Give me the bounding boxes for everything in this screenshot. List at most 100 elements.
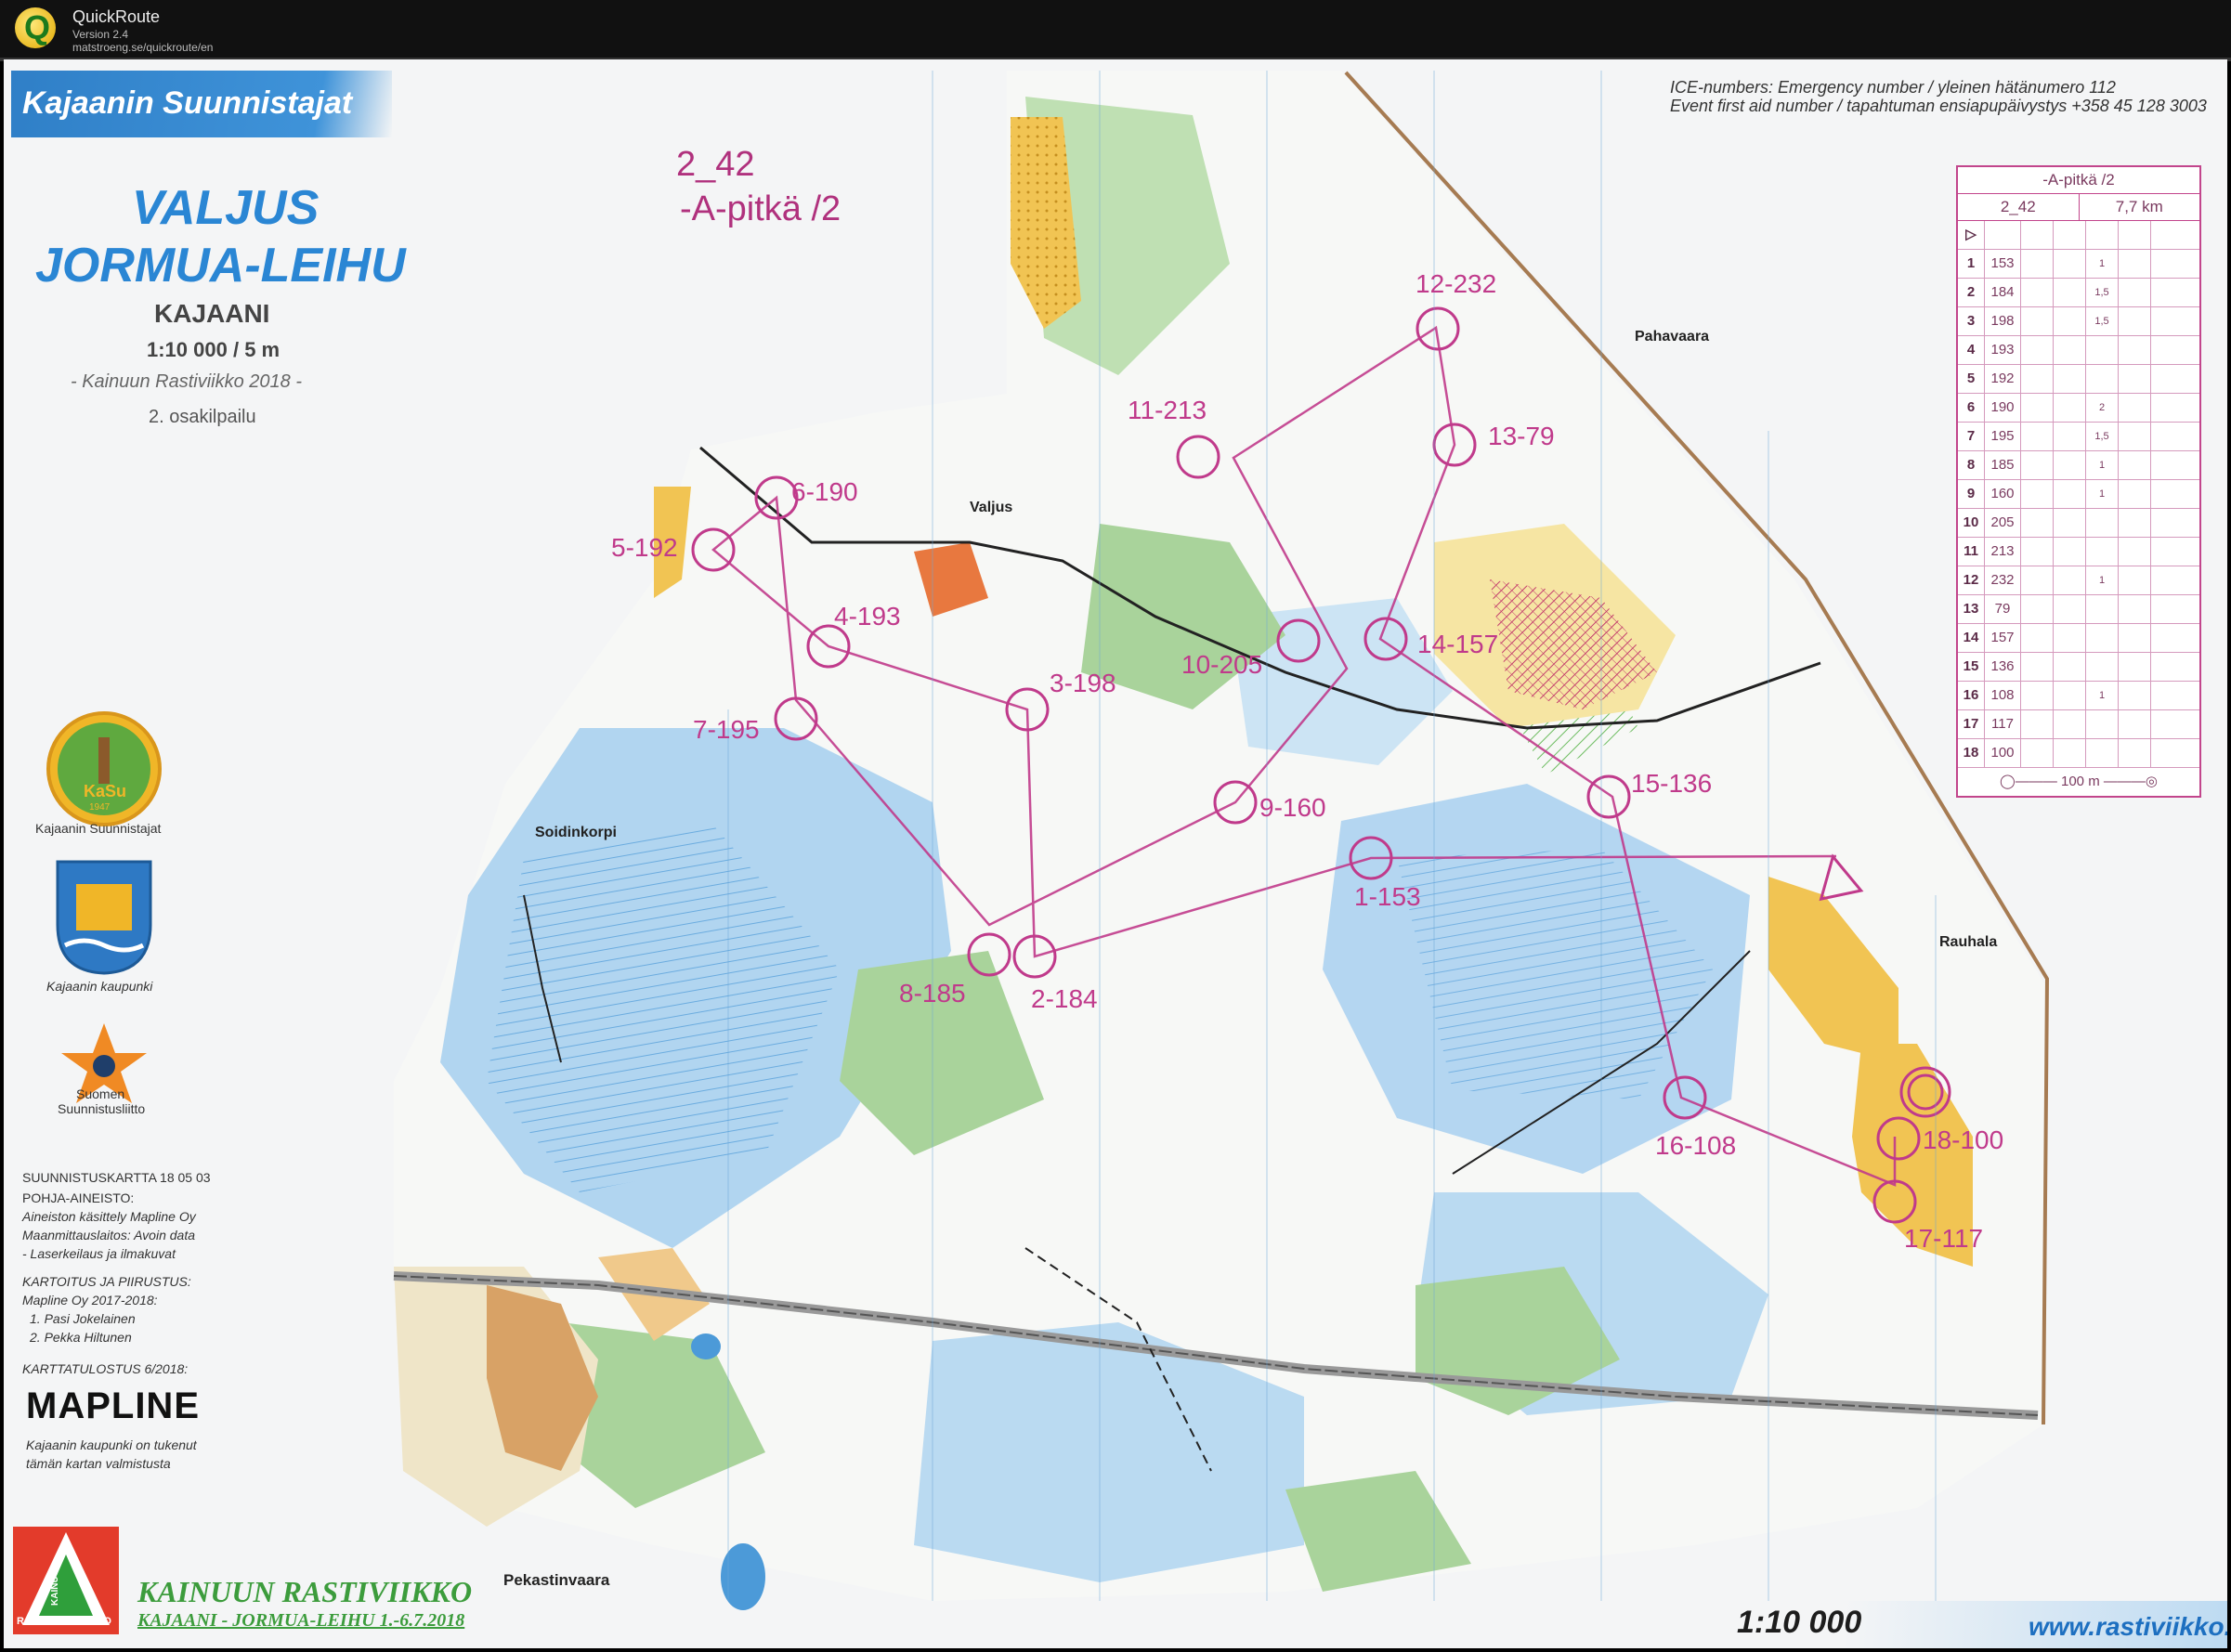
credits-map-id: SUUNNISTUSKARTTA 18 05 03 <box>22 1170 211 1185</box>
credits-survey-3: 2. Pekka Hiltunen <box>30 1330 132 1345</box>
description-row-number: 6 <box>1958 394 1985 422</box>
description-row-feature-icon <box>2054 307 2086 335</box>
description-row-col-f <box>2119 653 2151 681</box>
mapline-logo: MAPLINE <box>26 1385 200 1426</box>
description-row-col-f <box>2119 279 2151 306</box>
description-row-col-f <box>2119 336 2151 364</box>
event-city: KAJAANI <box>154 299 270 328</box>
description-row-size <box>2086 538 2119 566</box>
description-row-feature-icon <box>2054 250 2086 278</box>
description-row-number: 4 <box>1958 336 1985 364</box>
description-row-col-f <box>2119 624 2151 652</box>
description-row-number: 13 <box>1958 595 1985 623</box>
description-row-feature-icon <box>2054 509 2086 537</box>
description-row-col-f <box>2119 423 2151 450</box>
description-rows: 1 153 1 2 184 1,5 3 198 1,5 4 193 5 192 6 190 2 7 195 1,5 8… <box>1958 250 2199 768</box>
ssl-caption-1: Suomen <box>76 1086 125 1101</box>
control-label: 4-193 <box>834 602 901 631</box>
description-row-col-c <box>2021 710 2054 738</box>
description-row-col-g <box>2151 336 2183 364</box>
description-row-code: 232 <box>1985 566 2021 594</box>
footer-scale: 1:10 000 <box>1737 1605 1862 1640</box>
map-canvas[interactable]: Kajaanin Suunnistajat VALJUS JORMUA-LEIH… <box>4 59 2227 1648</box>
description-row-col-g <box>2151 595 2183 623</box>
description-row-col-g <box>2151 423 2183 450</box>
description-row-size <box>2086 653 2119 681</box>
control-label: 16-108 <box>1655 1131 1737 1160</box>
description-row-col-f <box>2119 538 2151 566</box>
description-row-col-c <box>2021 336 2054 364</box>
finish-start-circle-icon: ◯——— <box>2000 774 2057 789</box>
description-row-col-c <box>2021 250 2054 278</box>
description-length: 7,7 km <box>2115 198 2163 215</box>
logo-kainuu: KAINUU <box>49 1569 60 1606</box>
control-label: 7-195 <box>693 715 760 744</box>
description-row-feature-icon <box>2054 624 2086 652</box>
description-row-code: 160 <box>1985 480 2021 508</box>
description-row-col-c <box>2021 566 2054 594</box>
description-row-col-c <box>2021 365 2054 393</box>
description-row-size: 1 <box>2086 566 2119 594</box>
description-row-number: 12 <box>1958 566 1985 594</box>
description-row-code: 185 <box>1985 451 2021 479</box>
description-row-code: 100 <box>1985 739 2021 767</box>
description-row-size: 1 <box>2086 250 2119 278</box>
description-row-col-f <box>2119 365 2151 393</box>
event-title-line1: VALJUS <box>132 181 320 235</box>
description-row-col-c <box>2021 595 2054 623</box>
control-description-sheet: -A-pitkä /2 2_42 7,7 km ▷ 1 153 1 2 184 1,5 3 1… <box>1956 165 2201 798</box>
description-row-col-g <box>2151 365 2183 393</box>
description-row-size: 1 <box>2086 682 2119 709</box>
description-row-number: 8 <box>1958 451 1985 479</box>
description-row: 18 100 <box>1958 739 2199 768</box>
description-row-feature-icon <box>2054 336 2086 364</box>
description-row-col-f <box>2119 566 2151 594</box>
description-row: 4 193 <box>1958 336 2199 365</box>
footer-url: www.rastiviikko.fi <box>2029 1612 2227 1641</box>
description-row-number: 18 <box>1958 739 1985 767</box>
event-title-line2: JORMUA-LEIHU <box>35 239 406 293</box>
description-row-code: 108 <box>1985 682 2021 709</box>
app-version: Version 2.4 <box>72 28 129 41</box>
description-row-col-g <box>2151 624 2183 652</box>
description-row-col-g <box>2151 682 2183 709</box>
course-name: -A-pitkä /2 <box>680 189 842 228</box>
description-row-col-c <box>2021 739 2054 767</box>
description-row-col-g <box>2151 250 2183 278</box>
credits-base-2: Maanmittauslaitos: Avoin data <box>22 1228 195 1242</box>
description-row-col-g <box>2151 394 2183 422</box>
control-label: 15-136 <box>1631 769 1713 798</box>
footer-event-1: KAINUUN RASTIVIIKKO <box>137 1575 473 1608</box>
logo-viikko: VIIKKO <box>76 1616 111 1627</box>
control-label: 2-184 <box>1031 984 1098 1013</box>
description-row-feature-icon <box>2054 538 2086 566</box>
description-row: 7 195 1,5 <box>1958 423 2199 451</box>
event-stage: 2. osakilpailu <box>149 407 256 427</box>
description-row: 5 192 <box>1958 365 2199 394</box>
description-row-size: 2 <box>2086 394 2119 422</box>
description-row-code: 192 <box>1985 365 2021 393</box>
description-row-code: 157 <box>1985 624 2021 652</box>
credits-support-1: Kajaanin kaupunki on tukenut <box>26 1437 197 1452</box>
description-subheader: 2_42 7,7 km <box>1958 194 2199 221</box>
description-row-col-c <box>2021 509 2054 537</box>
description-row-col-c <box>2021 279 2054 306</box>
description-row-feature-icon <box>2054 451 2086 479</box>
description-row-col-g <box>2151 451 2183 479</box>
app-url: matstroeng.se/quickroute/en <box>72 41 214 54</box>
description-row-col-c <box>2021 538 2054 566</box>
description-finish-distance: 100 m <box>2061 774 2100 789</box>
place-name-soidinkorpi: Soidinkorpi <box>535 825 617 840</box>
event-series: - Kainuun Rastiviikko 2018 - <box>71 371 303 392</box>
credits-survey-2: 1. Pasi Jokelainen <box>30 1311 136 1326</box>
ice-line-2: Event first aid number / tapahtuman ensi… <box>1670 97 2207 115</box>
orienteering-map <box>393 71 2050 1610</box>
start-triangle-icon: ▷ <box>1958 221 1985 249</box>
description-row-size <box>2086 739 2119 767</box>
description-row-col-f <box>2119 480 2151 508</box>
footer-event-2: KAJAANI - JORMUA-LEIHU 1.-6.7.2018 <box>137 1610 465 1631</box>
description-row: 10 205 <box>1958 509 2199 538</box>
description-row-code: 117 <box>1985 710 2021 738</box>
description-row-col-g <box>2151 279 2183 306</box>
control-label: 17-117 <box>1904 1224 1984 1253</box>
